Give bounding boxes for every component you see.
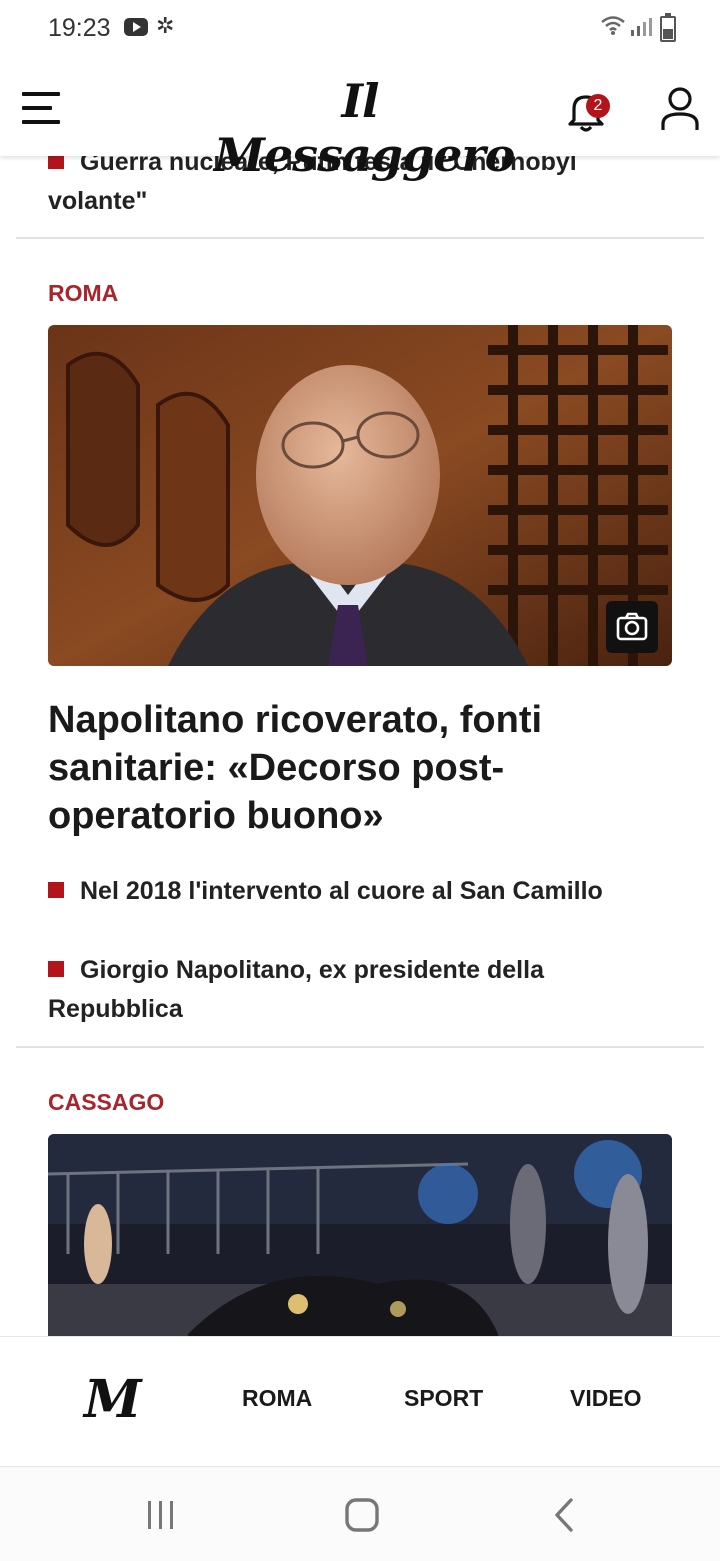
- user-icon[interactable]: [660, 86, 700, 132]
- notification-badge: 2: [586, 94, 610, 118]
- bullet-marker: [48, 961, 64, 977]
- wifi-icon: [601, 16, 625, 35]
- nav-video[interactable]: VIDEO: [570, 1385, 642, 1412]
- nav-roma[interactable]: ROMA: [242, 1385, 312, 1412]
- divider: [16, 1046, 704, 1048]
- section-label[interactable]: ROMA: [48, 280, 118, 307]
- battery-icon: [660, 13, 676, 42]
- site-logo[interactable]: Il Messaggero: [214, 74, 515, 182]
- article-image[interactable]: [48, 325, 672, 666]
- article-headline[interactable]: Napolitano ricoverato, fonti sanitarie: …: [48, 696, 668, 840]
- home-icon[interactable]: [344, 1497, 380, 1533]
- nav-sport[interactable]: SPORT: [404, 1385, 483, 1412]
- system-navigation: [0, 1466, 720, 1561]
- youtube-notification-icon: [124, 18, 148, 36]
- menu-icon[interactable]: [22, 90, 60, 126]
- bullet-marker: [48, 156, 64, 169]
- recent-apps-icon[interactable]: [146, 1499, 176, 1531]
- news-feed[interactable]: Guerra nucleare, Putin testa il "Chernob…: [0, 156, 720, 1336]
- status-bar: 19:23 ✲: [0, 0, 720, 62]
- section-label[interactable]: CASSAGO: [48, 1089, 164, 1116]
- accident-photo: [48, 1134, 672, 1336]
- bottom-navigation: M ROMA SPORT VIDEO: [0, 1336, 720, 1465]
- app-header: Il Messaggero 2: [0, 62, 720, 182]
- bullet-marker: [48, 882, 64, 898]
- camera-icon[interactable]: [606, 601, 658, 653]
- napolitano-photo: [48, 325, 672, 666]
- article-image[interactable]: [48, 1134, 672, 1336]
- related-link[interactable]: Giorgio Napolitano, ex presidente della …: [48, 951, 668, 1029]
- signal-icon: [631, 18, 652, 36]
- related-link[interactable]: Nel 2018 l'intervento al cuore al San Ca…: [48, 872, 668, 911]
- divider: [16, 237, 704, 239]
- app-notification-icon: ✲: [156, 14, 175, 39]
- status-time: 19:23: [48, 14, 111, 42]
- back-icon[interactable]: [552, 1497, 576, 1533]
- home-logo[interactable]: M: [84, 1369, 142, 1430]
